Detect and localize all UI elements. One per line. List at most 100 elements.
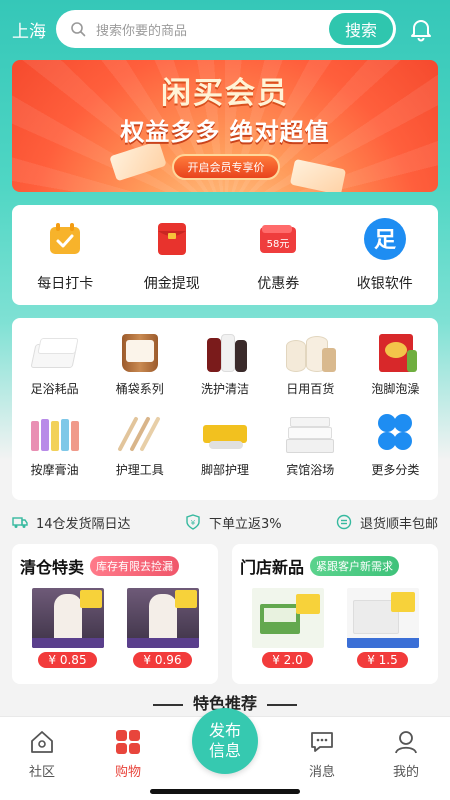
category-label: 按摩膏油 <box>30 463 79 477</box>
quick-action-withdraw[interactable]: 佣金提现 <box>124 217 220 293</box>
category-washing-care[interactable]: 洗护清洁 <box>182 330 267 397</box>
product-price: ¥ 0.96 <box>133 652 192 668</box>
category-massage-oil[interactable]: 按摩膏油 <box>12 411 97 478</box>
city-selector[interactable]: 上海 <box>12 17 56 42</box>
cashier-icon: 足 <box>363 217 407 261</box>
user-icon <box>395 731 417 754</box>
svg-text:¥: ¥ <box>191 519 196 527</box>
search-button[interactable]: 搜索 <box>329 13 393 45</box>
promo-card-new-arrivals[interactable]: 门店新品 紧跟客户新需求 ¥ 2.0 ¥ 1.5 <box>232 544 438 684</box>
herb-pack-image <box>367 330 423 374</box>
product-image <box>126 588 199 648</box>
oil-bottles-image <box>27 411 83 455</box>
red-envelope-icon <box>150 217 194 261</box>
banner-subtitle: 权益多多 绝对超值 <box>120 118 330 146</box>
publish-button[interactable]: 发布 信息 <box>192 708 258 774</box>
calendar-check-icon <box>43 217 87 261</box>
quick-action-label: 优惠券 <box>257 276 300 292</box>
category-label: 宾馆浴场 <box>286 463 335 477</box>
quick-action-label: 每日打卡 <box>37 276 94 292</box>
product-item[interactable]: ¥ 2.0 <box>245 588 331 668</box>
category-label: 泡脚泡澡 <box>371 382 420 396</box>
publish-label-line1: 发布 <box>208 721 241 740</box>
banner-cta-button[interactable]: 开启会员专享价 <box>172 154 280 180</box>
tab-label: 我的 <box>392 765 419 780</box>
tab-label: 消息 <box>308 765 335 780</box>
category-foot-care[interactable]: 脚部护理 <box>182 411 267 478</box>
product-image <box>346 588 419 648</box>
service-item: 退货顺丰包邮 <box>336 513 438 532</box>
service-label: 退货顺丰包邮 <box>359 516 438 532</box>
return-icon <box>336 514 352 530</box>
category-care-tools[interactable]: 护理工具 <box>97 411 182 478</box>
bucket-image <box>112 330 168 374</box>
promo-card-clearance[interactable]: 清仓特卖 库存有限去捡漏 ¥ 0.85 ¥ 0.96 <box>12 544 218 684</box>
product-item[interactable]: ¥ 1.5 <box>340 588 426 668</box>
product-image <box>31 588 104 648</box>
truck-icon <box>12 517 28 528</box>
shield-icon: ¥ <box>186 514 200 530</box>
category-hotel-bath[interactable]: 宾馆浴场 <box>268 411 353 478</box>
ointment-image <box>197 411 253 455</box>
message-icon <box>311 732 333 752</box>
quick-action-checkin[interactable]: 每日打卡 <box>17 217 113 293</box>
service-strip: 14仓发货隔日达 ¥ 下单立返3% 退货顺丰包邮 <box>12 508 438 536</box>
product-item[interactable]: ¥ 0.85 <box>25 588 111 668</box>
search-placeholder: 搜索你要的商品 <box>96 23 188 39</box>
publish-label-line2: 信息 <box>208 741 241 760</box>
service-label: 下单立返3% <box>208 516 282 532</box>
category-label: 日用百货 <box>286 382 335 396</box>
product-price: ¥ 2.0 <box>262 652 313 668</box>
category-label: 足浴耗品 <box>30 382 79 396</box>
sticks-image <box>112 411 168 455</box>
quick-action-coupon[interactable]: 58元 优惠券 <box>230 217 326 293</box>
category-bucket-bags[interactable]: 桶袋系列 <box>97 330 182 397</box>
category-label: 脚部护理 <box>200 463 249 477</box>
towels-stack-image <box>282 411 338 455</box>
grid-icon <box>116 730 140 754</box>
search-bar[interactable]: 搜索你要的商品 搜索 <box>56 10 396 48</box>
category-label: 洗护清洁 <box>200 382 249 396</box>
category-label: 护理工具 <box>115 463 164 477</box>
tab-community[interactable]: 社区 <box>12 729 72 780</box>
quick-action-label: 佣金提现 <box>143 276 200 292</box>
promo-tag: 库存有限去捡漏 <box>90 556 180 576</box>
search-icon <box>71 22 86 37</box>
towel-image <box>27 330 83 374</box>
category-label: 桶袋系列 <box>115 382 164 396</box>
product-image <box>251 588 324 648</box>
service-label: 14仓发货隔日达 <box>36 516 131 532</box>
category-label: 更多分类 <box>371 463 420 477</box>
category-more[interactable]: 更多分类 <box>353 411 438 478</box>
home-indicator <box>150 789 300 794</box>
promo-tag: 紧跟客户新需求 <box>310 556 400 576</box>
membership-banner[interactable]: 闲买会员 权益多多 绝对超值 开启会员专享价 <box>12 60 438 192</box>
service-item: ¥ 下单立返3% <box>185 513 282 532</box>
promo-title: 门店新品 <box>240 558 305 577</box>
tab-profile[interactable]: 我的 <box>376 729 436 780</box>
banner-title: 闲买会员 <box>161 76 289 111</box>
tab-label: 社区 <box>28 765 55 780</box>
header: 上海 搜索你要的商品 搜索 <box>0 0 450 58</box>
tab-shopping[interactable]: 购物 <box>98 729 158 780</box>
product-price: ¥ 0.85 <box>38 652 97 668</box>
coupon-icon: 58元 <box>256 217 300 261</box>
cashier-badge-text: 足 <box>374 228 396 253</box>
service-item: 14仓发货隔日达 <box>12 513 131 532</box>
bottles-image <box>197 330 253 374</box>
promo-title: 清仓特卖 <box>20 558 85 577</box>
bell-icon[interactable] <box>408 16 434 42</box>
category-foot-supplies[interactable]: 足浴耗品 <box>12 330 97 397</box>
home-icon <box>31 731 53 753</box>
product-item[interactable]: ¥ 0.96 <box>120 588 206 668</box>
quick-action-label: 收银软件 <box>356 276 413 292</box>
quick-action-cashier[interactable]: 足 收银软件 <box>337 217 433 293</box>
tissue-rolls-image <box>282 330 338 374</box>
quick-actions-card: 每日打卡 佣金提现 58元 优惠券 足 收银软件 <box>12 205 438 305</box>
more-categories-icon <box>367 411 423 455</box>
category-daily-goods[interactable]: 日用百货 <box>268 330 353 397</box>
coupon-badge-text: 58元 <box>267 239 290 250</box>
tab-label: 购物 <box>114 765 141 780</box>
category-foot-bath[interactable]: 泡脚泡澡 <box>353 330 438 397</box>
tab-messages[interactable]: 消息 <box>292 729 352 780</box>
